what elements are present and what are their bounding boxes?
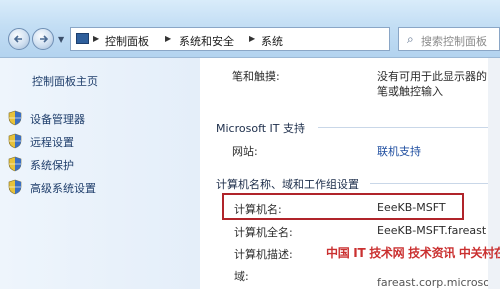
computer-name-label: 计算机名: [234, 203, 282, 216]
breadcrumb-system-security[interactable]: 系统和安全 [179, 33, 234, 49]
breadcrumb-separator-icon[interactable]: ▶ [165, 34, 171, 43]
breadcrumb-control-panel[interactable]: 控制面板 [105, 33, 149, 49]
breadcrumb-separator-icon[interactable]: ▶ [249, 34, 255, 43]
computer-name-value: EeeKB-MSFT [377, 201, 446, 214]
control-panel-icon [76, 33, 89, 44]
search-icon: ⌕ [407, 32, 414, 46]
pen-touch-value-line1: 没有可用于此显示器的 [377, 70, 487, 83]
watermark: 中国 IT 技术网 技术资讯 中关村在线 [326, 246, 500, 260]
breadcrumb-separator-icon[interactable]: ▶ [93, 34, 99, 43]
shield-icon [8, 133, 22, 149]
search-placeholder: 搜索控制面板 [421, 35, 487, 48]
domain-value: fareast.corp.microso [377, 276, 491, 289]
full-name-value: EeeKB-MSFT.fareast [377, 224, 487, 237]
section-divider [318, 127, 488, 128]
name-section-title: 计算机名称、域和工作组设置 [216, 178, 359, 191]
support-section-title: Microsoft IT 支持 [216, 122, 306, 135]
control-panel-home-link[interactable]: 控制面板主页 [32, 73, 98, 89]
section-divider [370, 183, 488, 184]
sidebar: 控制面板主页 设备管理器 远程设置 系统保护 高级系统设置 [0, 58, 200, 289]
sidebar-item-label: 远程设置 [30, 136, 74, 149]
navigation-bar: ▼ ▶ 控制面板 ▶ 系统和安全 ▶ 系统 ⌕ 搜索控制面板 [0, 0, 500, 58]
domain-label: 域: [234, 270, 249, 283]
history-dropdown-icon[interactable]: ▼ [58, 35, 64, 44]
full-name-label: 计算机全名: [234, 226, 293, 239]
description-label: 计算机描述: [234, 248, 293, 261]
online-support-link[interactable]: 联机支持 [377, 143, 421, 159]
sidebar-item-label: 高级系统设置 [30, 182, 96, 195]
pen-touch-label: 笔和触摸: [232, 70, 280, 83]
arrow-right-icon [40, 35, 49, 43]
sidebar-item-label: 设备管理器 [30, 113, 85, 126]
shield-icon [8, 110, 22, 126]
pen-touch-value-line2: 笔或触控输入 [377, 85, 443, 98]
sidebar-item-label: 系统保护 [30, 159, 74, 172]
shield-icon [8, 179, 22, 195]
shield-icon [8, 156, 22, 172]
search-box[interactable]: ⌕ 搜索控制面板 [398, 27, 500, 51]
breadcrumb-system[interactable]: 系统 [261, 33, 283, 49]
arrow-left-icon [13, 35, 22, 43]
back-button[interactable] [8, 28, 30, 50]
website-label: 网站: [232, 145, 258, 158]
address-bar[interactable]: ▶ 控制面板 ▶ 系统和安全 ▶ 系统 [70, 27, 390, 51]
forward-button[interactable] [32, 28, 54, 50]
